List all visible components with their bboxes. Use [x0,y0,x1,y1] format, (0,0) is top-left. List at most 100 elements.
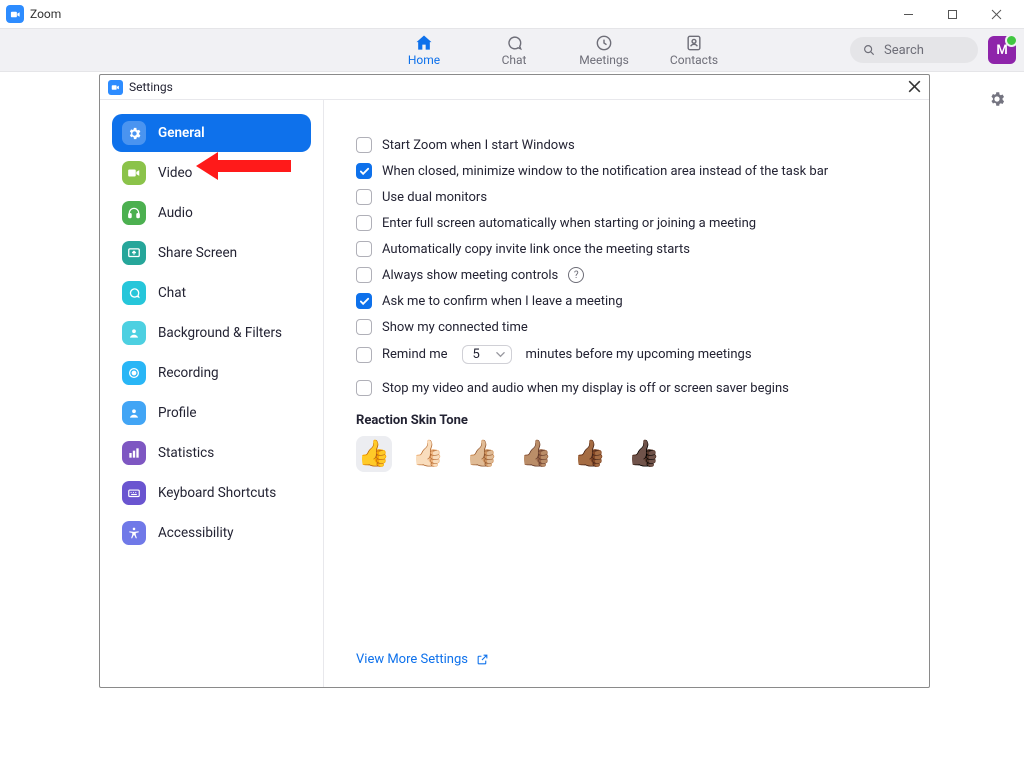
sidebar-item-profile[interactable]: Profile [112,394,311,432]
nav-meetings[interactable]: Meetings [559,29,649,71]
checkbox-icon [356,137,372,153]
settings-header: Settings [100,75,929,100]
maximize-button[interactable] [930,0,974,28]
sidebar-item-label: Accessibility [158,525,234,541]
nav-contacts[interactable]: Contacts [649,29,739,71]
nav-label: Home [408,53,440,67]
option-fullscreen-join[interactable]: Enter full screen automatically when sta… [356,210,901,236]
headphones-icon [122,201,146,225]
option-start-on-boot[interactable]: Start Zoom when I start Windows [356,132,901,158]
sidebar-item-label: Video [158,165,192,181]
checkbox-icon [356,380,372,396]
checkbox-icon [356,163,372,179]
skin-tone-option[interactable]: 👍🏽 [518,436,554,472]
sidebar-item-label: Chat [158,285,186,301]
keyboard-icon [122,481,146,505]
statistics-icon [122,441,146,465]
search-icon [862,43,876,57]
topbar: Home Chat Meetings Contacts Search M [0,28,1024,72]
external-link-icon [476,653,489,666]
help-icon[interactable]: ? [568,267,584,283]
home-icon [414,33,434,53]
checkbox-icon[interactable] [356,347,372,363]
profile-icon [122,401,146,425]
settings-body: General Video Audio Share Screen Chat Ba… [100,100,929,687]
titlebar: Zoom [0,0,1024,28]
sidebar-item-audio[interactable]: Audio [112,194,311,232]
avatar[interactable]: M [988,36,1016,64]
chevron-down-icon [496,350,505,359]
skin-tone-option[interactable]: 👍🏿 [626,436,662,472]
link-label: View More Settings [356,652,468,667]
option-stop-screensaver[interactable]: Stop my video and audio when my display … [356,375,901,401]
option-label: Use dual monitors [382,190,487,205]
skin-tone-heading: Reaction Skin Tone [356,413,901,428]
settings-title: Settings [129,80,173,94]
clock-icon [594,33,614,53]
settings-sidebar: General Video Audio Share Screen Chat Ba… [100,100,324,687]
option-label: Ask me to confirm when I leave a meeting [382,294,623,309]
remind-minutes-select[interactable]: 5 [462,345,512,364]
nav-label: Contacts [670,53,718,67]
sidebar-item-keyboard-shortcuts[interactable]: Keyboard Shortcuts [112,474,311,512]
skin-tone-option[interactable]: 👍 [356,436,392,472]
search-box[interactable]: Search [850,37,978,63]
checkbox-icon [356,189,372,205]
checkbox-icon [356,215,372,231]
nav-home[interactable]: Home [379,29,469,71]
sidebar-item-recording[interactable]: Recording [112,354,311,392]
nav-chat[interactable]: Chat [469,29,559,71]
option-connected-time[interactable]: Show my connected time [356,314,901,340]
skin-tone-picker: 👍 👍🏻 👍🏼 👍🏽 👍🏾 👍🏿 [356,436,901,472]
record-icon [122,361,146,385]
person-icon [122,321,146,345]
option-copy-invite[interactable]: Automatically copy invite link once the … [356,236,901,262]
search-placeholder: Search [884,43,924,58]
sidebar-item-label: Audio [158,205,193,221]
option-label: Automatically copy invite link once the … [382,242,690,257]
option-always-controls[interactable]: Always show meeting controls ? [356,262,901,288]
checkbox-icon [356,319,372,335]
option-confirm-leave[interactable]: Ask me to confirm when I leave a meeting [356,288,901,314]
close-button[interactable] [974,0,1018,28]
window-controls [886,0,1018,28]
sidebar-item-statistics[interactable]: Statistics [112,434,311,472]
settings-dialog: Settings General Video Audio Share Scree… [99,74,930,688]
view-more-settings-link[interactable]: View More Settings [356,652,901,677]
sidebar-item-label: Recording [158,365,219,381]
option-minimize-tray[interactable]: When closed, minimize window to the noti… [356,158,901,184]
option-label: When closed, minimize window to the noti… [382,164,828,179]
sidebar-item-share-screen[interactable]: Share Screen [112,234,311,272]
checkbox-icon [356,293,372,309]
option-label-pre: Remind me [382,347,448,362]
skin-tone-option[interactable]: 👍🏾 [572,436,608,472]
window-title: Zoom [30,7,61,21]
skin-tone-option[interactable]: 👍🏻 [410,436,446,472]
minimize-button[interactable] [886,0,930,28]
zoom-logo-icon [6,5,24,23]
option-label: Show my connected time [382,320,528,335]
sidebar-item-accessibility[interactable]: Accessibility [112,514,311,552]
skin-tone-option[interactable]: 👍🏼 [464,436,500,472]
sidebar-item-label: Share Screen [158,245,237,261]
sidebar-item-label: Keyboard Shortcuts [158,485,276,501]
sidebar-item-background-filters[interactable]: Background & Filters [112,314,311,352]
video-icon [122,161,146,185]
sidebar-item-label: Statistics [158,445,214,461]
accessibility-icon [122,521,146,545]
close-icon[interactable] [908,78,921,97]
option-label: Start Zoom when I start Windows [382,138,575,153]
option-remind: Remind me 5 minutes before my upcoming m… [356,340,901,369]
gear-icon [122,121,146,145]
topbar-right: Search M [850,29,1016,71]
sidebar-item-general[interactable]: General [112,114,311,152]
nav-label: Chat [502,53,527,67]
chat-icon [504,33,524,53]
sidebar-item-chat[interactable]: Chat [112,274,311,312]
sidebar-item-label: Profile [158,405,197,421]
sidebar-item-video[interactable]: Video [112,154,311,192]
chat-icon [122,281,146,305]
option-dual-monitors[interactable]: Use dual monitors [356,184,901,210]
sidebar-item-label: General [158,125,205,141]
gear-icon[interactable] [988,90,1006,112]
